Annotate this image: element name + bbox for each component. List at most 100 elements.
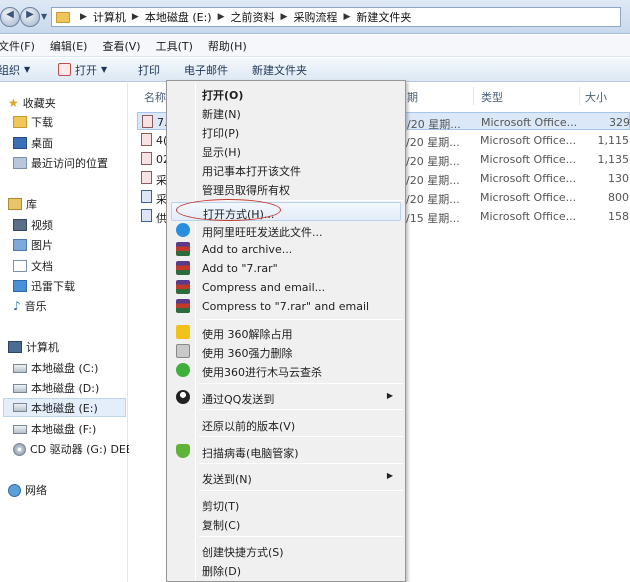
command-bar: 组织 ▼ 打开 ▼ 打印 电子邮件 新建文件夹 [0, 58, 630, 82]
chevron-right-icon[interactable]: ▶ [343, 12, 350, 22]
menu-item-label: Add to archive... [202, 243, 293, 256]
menu-item-aliwangwang[interactable]: 用阿里旺旺发送此文件... [171, 221, 401, 240]
nav-drive-f[interactable]: 本地磁盘 (F:) [13, 421, 96, 437]
nav-network[interactable]: 网络 [8, 482, 47, 498]
menu-item-label: 用阿里旺旺发送此文件... [202, 226, 323, 239]
menu-separator [199, 409, 403, 410]
nav-drive-c[interactable]: 本地磁盘 (C:) [13, 360, 98, 376]
menu-item-label: 使用 360强力删除 [202, 347, 293, 360]
print-button[interactable]: 打印 [138, 62, 184, 78]
menu-separator [199, 490, 403, 491]
menu-help[interactable]: 帮助(H) [208, 38, 247, 54]
file-type: Microsoft Office... [480, 153, 577, 166]
column-divider[interactable] [579, 87, 580, 105]
pdf-file-icon [141, 152, 152, 165]
nav-desktop[interactable]: 桌面 [13, 135, 53, 151]
winrar-icon [176, 280, 190, 294]
menu-item-open[interactable]: 打开(O) [171, 84, 401, 103]
nav-downloads[interactable]: 下载 [13, 114, 53, 130]
menu-item-label: Compress to "7.rar" and email [202, 300, 370, 313]
nav-label: 库 [26, 198, 37, 211]
nav-label: 计算机 [26, 341, 59, 354]
nav-libraries[interactable]: 库 [8, 196, 37, 212]
nav-computer[interactable]: 计算机 [8, 339, 59, 355]
nav-recent[interactable]: 最近访问的位置 [13, 155, 108, 171]
forward-button[interactable]: ▶ [20, 7, 40, 27]
menu-file[interactable]: 文件(F) [0, 38, 35, 54]
chevron-right-icon[interactable]: ▶ [132, 12, 139, 22]
menu-item-add-archive[interactable]: Add to archive... [171, 240, 401, 259]
column-header-name[interactable]: 名称 [144, 89, 166, 105]
menu-item-qq-send[interactable]: 通过QQ发送到 ▶ [171, 388, 401, 407]
chevron-right-icon[interactable]: ▶ [218, 12, 225, 22]
menu-view[interactable]: 查看(V) [102, 38, 140, 54]
breadcrumb-item[interactable]: 本地磁盘 (E:) [145, 9, 212, 25]
menu-item-take-ownership[interactable]: 管理员取得所有权 [171, 179, 401, 198]
menu-item-360-delete[interactable]: 使用 360强力删除 [171, 342, 401, 361]
pdf-file-icon [141, 133, 152, 146]
breadcrumb[interactable]: ▶ 计算机 ▶ 本地磁盘 (E:) ▶ 之前资料 ▶ 采购流程 ▶ 新建文件夹 [51, 7, 621, 27]
menu-item-new[interactable]: 新建(N) [171, 103, 401, 122]
back-button[interactable]: ◀ [0, 7, 20, 27]
aliwangwang-icon [176, 223, 190, 237]
column-divider[interactable] [473, 87, 474, 105]
menu-item-360-unlock[interactable]: 使用 360解除占用 [171, 323, 401, 342]
email-button[interactable]: 电子邮件 [184, 62, 252, 78]
print-label: 打印 [138, 63, 160, 77]
menu-item-cut[interactable]: 剪切(T) [171, 495, 401, 514]
open-button[interactable]: 打开 ▼ [58, 62, 138, 78]
menu-item-compress-rar-email[interactable]: Compress to "7.rar" and email [171, 297, 401, 316]
menu-separator [199, 536, 403, 537]
chevron-down-icon: ▼ [101, 65, 108, 74]
breadcrumb-item[interactable]: 之前资料 [231, 9, 275, 25]
menu-bar: 文件(F) 编辑(E) 查看(V) 工具(T) 帮助(H) [0, 35, 630, 57]
nav-drive-d[interactable]: 本地磁盘 (D:) [13, 380, 99, 396]
new-folder-button[interactable]: 新建文件夹 [252, 62, 307, 78]
menu-item-send-to[interactable]: 发送到(N) ▶ [171, 468, 401, 487]
nav-pictures[interactable]: 图片 [13, 237, 53, 253]
menu-item-delete[interactable]: 删除(D) [171, 560, 401, 579]
menu-item-360-scan[interactable]: 使用360进行木马云查杀 [171, 361, 401, 380]
hard-drive-icon [13, 383, 27, 393]
organize-button[interactable]: 组织 ▼ [0, 62, 58, 78]
downloads-folder-icon [13, 116, 27, 128]
menu-tools[interactable]: 工具(T) [156, 38, 193, 54]
nav-drive-g[interactable]: CD 驱动器 (G:) DEE [13, 441, 133, 457]
nav-videos[interactable]: 视频 [13, 217, 53, 233]
file-size: 130 [608, 172, 629, 185]
menu-item-label: 删除(D) [202, 565, 242, 578]
menu-item-open-notepad[interactable]: 用记事本打开该文件 [171, 160, 401, 179]
menu-item-label: 剪切(T) [202, 500, 240, 513]
chevron-right-icon[interactable]: ▶ [281, 12, 288, 22]
menu-item-restore-versions[interactable]: 还原以前的版本(V) [171, 415, 401, 434]
column-header-size[interactable]: 大小 [585, 89, 607, 105]
breadcrumb-item[interactable]: 新建文件夹 [356, 9, 411, 25]
menu-separator [199, 436, 403, 437]
menu-item-compress-email[interactable]: Compress and email... [171, 278, 401, 297]
column-header-date[interactable]: 期 [407, 89, 418, 105]
menu-item-add-rar[interactable]: Add to "7.rar" [171, 259, 401, 278]
nav-favorites[interactable]: ★ 收藏夹 [8, 95, 56, 111]
menu-item-print[interactable]: 打印(P) [171, 122, 401, 141]
nav-documents[interactable]: 文档 [13, 258, 53, 274]
nav-music[interactable]: ♪ 音乐 [13, 298, 47, 314]
winrar-icon [176, 261, 190, 275]
column-header-type[interactable]: 类型 [481, 89, 503, 105]
menu-item-open-with[interactable]: 打开方式(H)... [171, 202, 401, 221]
file-size: 1,135 [597, 153, 630, 166]
breadcrumb-item[interactable]: 计算机 [93, 9, 126, 25]
nav-xunlei[interactable]: 迅雷下载 [13, 278, 75, 294]
breadcrumb-item[interactable]: 采购流程 [293, 9, 337, 25]
forward-arrow-icon: ▶ [26, 9, 34, 20]
menu-item-copy[interactable]: 复制(C) [171, 514, 401, 533]
menu-item-show[interactable]: 显示(H) [171, 141, 401, 160]
nav-drive-e[interactable]: 本地磁盘 (E:) [3, 398, 126, 417]
menu-item-create-shortcut[interactable]: 创建快捷方式(S) [171, 541, 401, 560]
menu-edit[interactable]: 编辑(E) [50, 38, 88, 54]
menu-item-label: 发送到(N) [202, 473, 252, 486]
menu-item-virus-scan[interactable]: 扫描病毒(电脑管家) [171, 442, 401, 461]
chevron-right-icon[interactable]: ▶ [80, 12, 87, 22]
recent-pages-dropdown-icon[interactable]: ▼ [41, 12, 47, 21]
library-icon [8, 198, 22, 210]
nav-label: 视频 [31, 219, 53, 232]
